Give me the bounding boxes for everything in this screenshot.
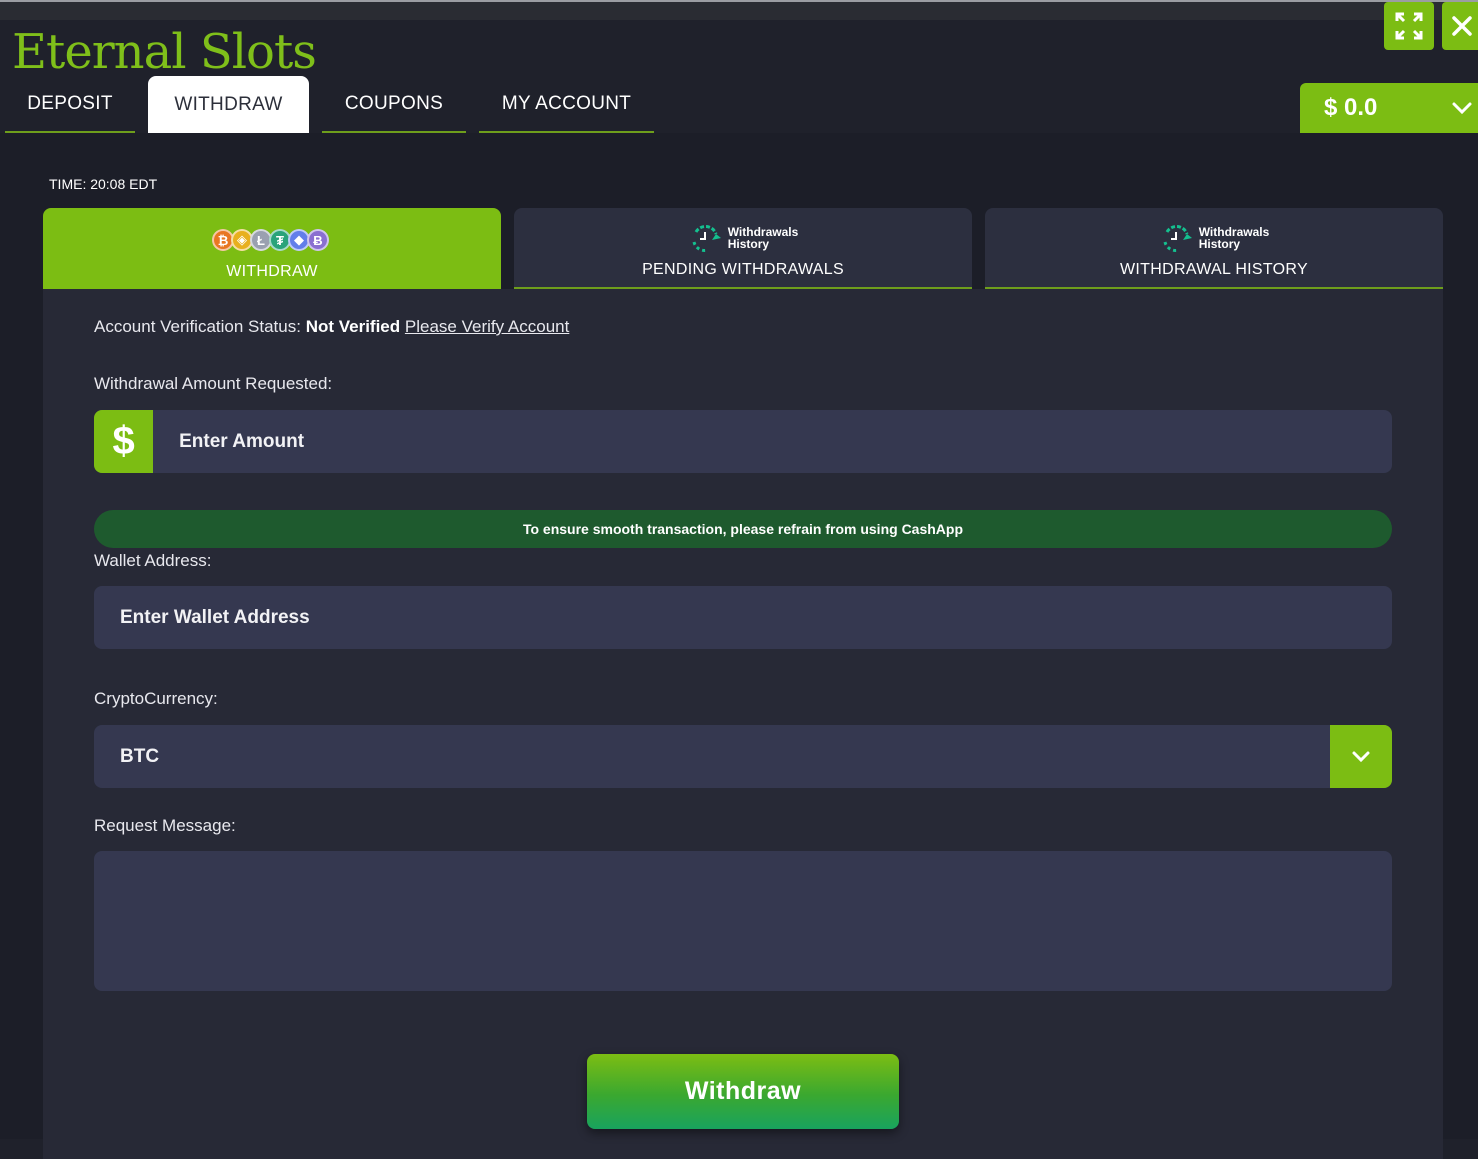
dollar-icon: $ bbox=[94, 410, 154, 473]
crypto-label: CryptoCurrency: bbox=[94, 689, 218, 708]
balance-dropdown[interactable]: $ 0.0 bbox=[1300, 83, 1478, 133]
subtab-label: PENDING WITHDRAWALS bbox=[642, 261, 844, 278]
verification-status: Account Verification Status: Not Verifie… bbox=[94, 317, 569, 337]
close-button[interactable] bbox=[1442, 2, 1478, 50]
nav-tab-deposit[interactable]: DEPOSIT bbox=[5, 76, 135, 133]
wallet-address-input[interactable] bbox=[94, 586, 1392, 649]
amount-field: $ bbox=[94, 410, 1392, 473]
cryptocurrency-selected: BTC bbox=[120, 745, 160, 767]
withdraw-submit-button[interactable]: Withdraw bbox=[587, 1054, 899, 1129]
history-icon bbox=[692, 225, 721, 252]
history-icon-line2: History bbox=[727, 237, 770, 251]
amount-label: Withdrawal Amount Requested: bbox=[94, 374, 333, 393]
verify-account-link[interactable]: Please Verify Account bbox=[405, 317, 569, 336]
request-message-input[interactable] bbox=[94, 851, 1392, 991]
subtab-label: WITHDRAW bbox=[226, 263, 318, 280]
nav-tab-coupons[interactable]: COUPONS bbox=[322, 76, 466, 133]
verification-label: Account Verification Status: bbox=[94, 317, 301, 336]
nav-tab-my-account[interactable]: MY ACCOUNT bbox=[479, 76, 654, 133]
crypto-coins-icon: ₿ ◈ Ł ₮ ◆ Ƀ bbox=[212, 223, 329, 257]
expand-icon bbox=[1395, 12, 1423, 40]
browser-top-strip bbox=[0, 0, 1478, 20]
subtab-withdrawal-history[interactable]: Withdrawals History WITHDRAWAL HISTORY bbox=[985, 208, 1443, 289]
cryptocurrency-select[interactable]: BTC bbox=[94, 725, 1392, 788]
message-field bbox=[94, 851, 1392, 991]
chevron-down-icon bbox=[1452, 102, 1472, 115]
subtab-pending-withdrawals[interactable]: Withdrawals History PENDING WITHDRAWALS bbox=[514, 208, 972, 289]
subtab-withdraw[interactable]: ₿ ◈ Ł ₮ ◆ Ƀ WITHDRAW bbox=[43, 208, 501, 289]
subtab-label: WITHDRAWAL HISTORY bbox=[1120, 261, 1308, 278]
cashapp-notice: To ensure smooth transaction, please ref… bbox=[94, 510, 1392, 548]
wallet-field bbox=[94, 586, 1392, 649]
message-label: Request Message: bbox=[94, 816, 236, 835]
history-icon bbox=[1163, 225, 1192, 252]
chevron-down-icon bbox=[1352, 751, 1370, 762]
history-icon-line2: History bbox=[1198, 237, 1241, 251]
bitcoin-cash-coin-icon: Ƀ bbox=[307, 229, 329, 251]
balance-value: $ 0.0 bbox=[1324, 94, 1378, 121]
wallet-label: Wallet Address: bbox=[94, 551, 212, 570]
close-icon bbox=[1452, 16, 1472, 36]
app-logo: Eternal Slots bbox=[12, 24, 317, 80]
server-time: TIME: 20:08 EDT bbox=[49, 176, 158, 192]
nav-tab-withdraw[interactable]: WITHDRAW bbox=[148, 76, 309, 133]
expand-button[interactable] bbox=[1384, 2, 1434, 50]
amount-input[interactable] bbox=[153, 410, 1392, 473]
verification-value: Not Verified bbox=[305, 317, 401, 336]
cryptocurrency-dropdown-toggle[interactable] bbox=[1330, 725, 1392, 788]
